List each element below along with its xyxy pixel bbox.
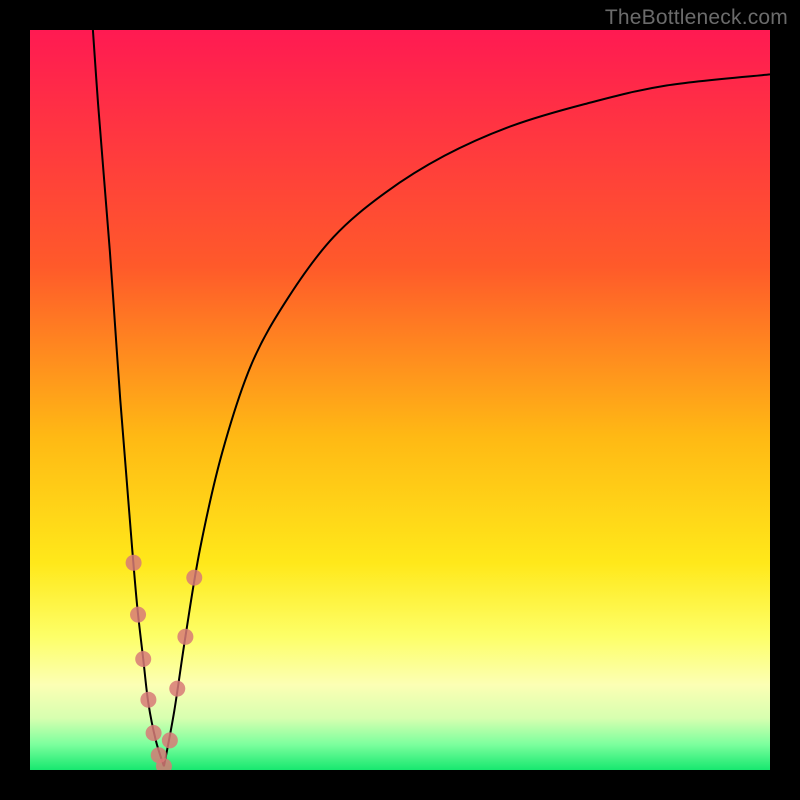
data-marker bbox=[140, 692, 156, 708]
data-marker bbox=[130, 607, 146, 623]
marker-group bbox=[126, 555, 203, 770]
chart-plot-area bbox=[30, 30, 770, 770]
data-marker bbox=[135, 651, 151, 667]
chart-curves bbox=[30, 30, 770, 770]
data-marker bbox=[169, 681, 185, 697]
watermark-text: TheBottleneck.com bbox=[605, 6, 788, 30]
data-marker bbox=[126, 555, 142, 571]
data-marker bbox=[177, 629, 193, 645]
right-branch-curve bbox=[164, 74, 770, 766]
data-marker bbox=[186, 570, 202, 586]
data-marker bbox=[146, 725, 162, 741]
chart-frame: TheBottleneck.com bbox=[0, 0, 800, 800]
data-marker bbox=[162, 732, 178, 748]
left-branch-curve bbox=[93, 30, 164, 766]
